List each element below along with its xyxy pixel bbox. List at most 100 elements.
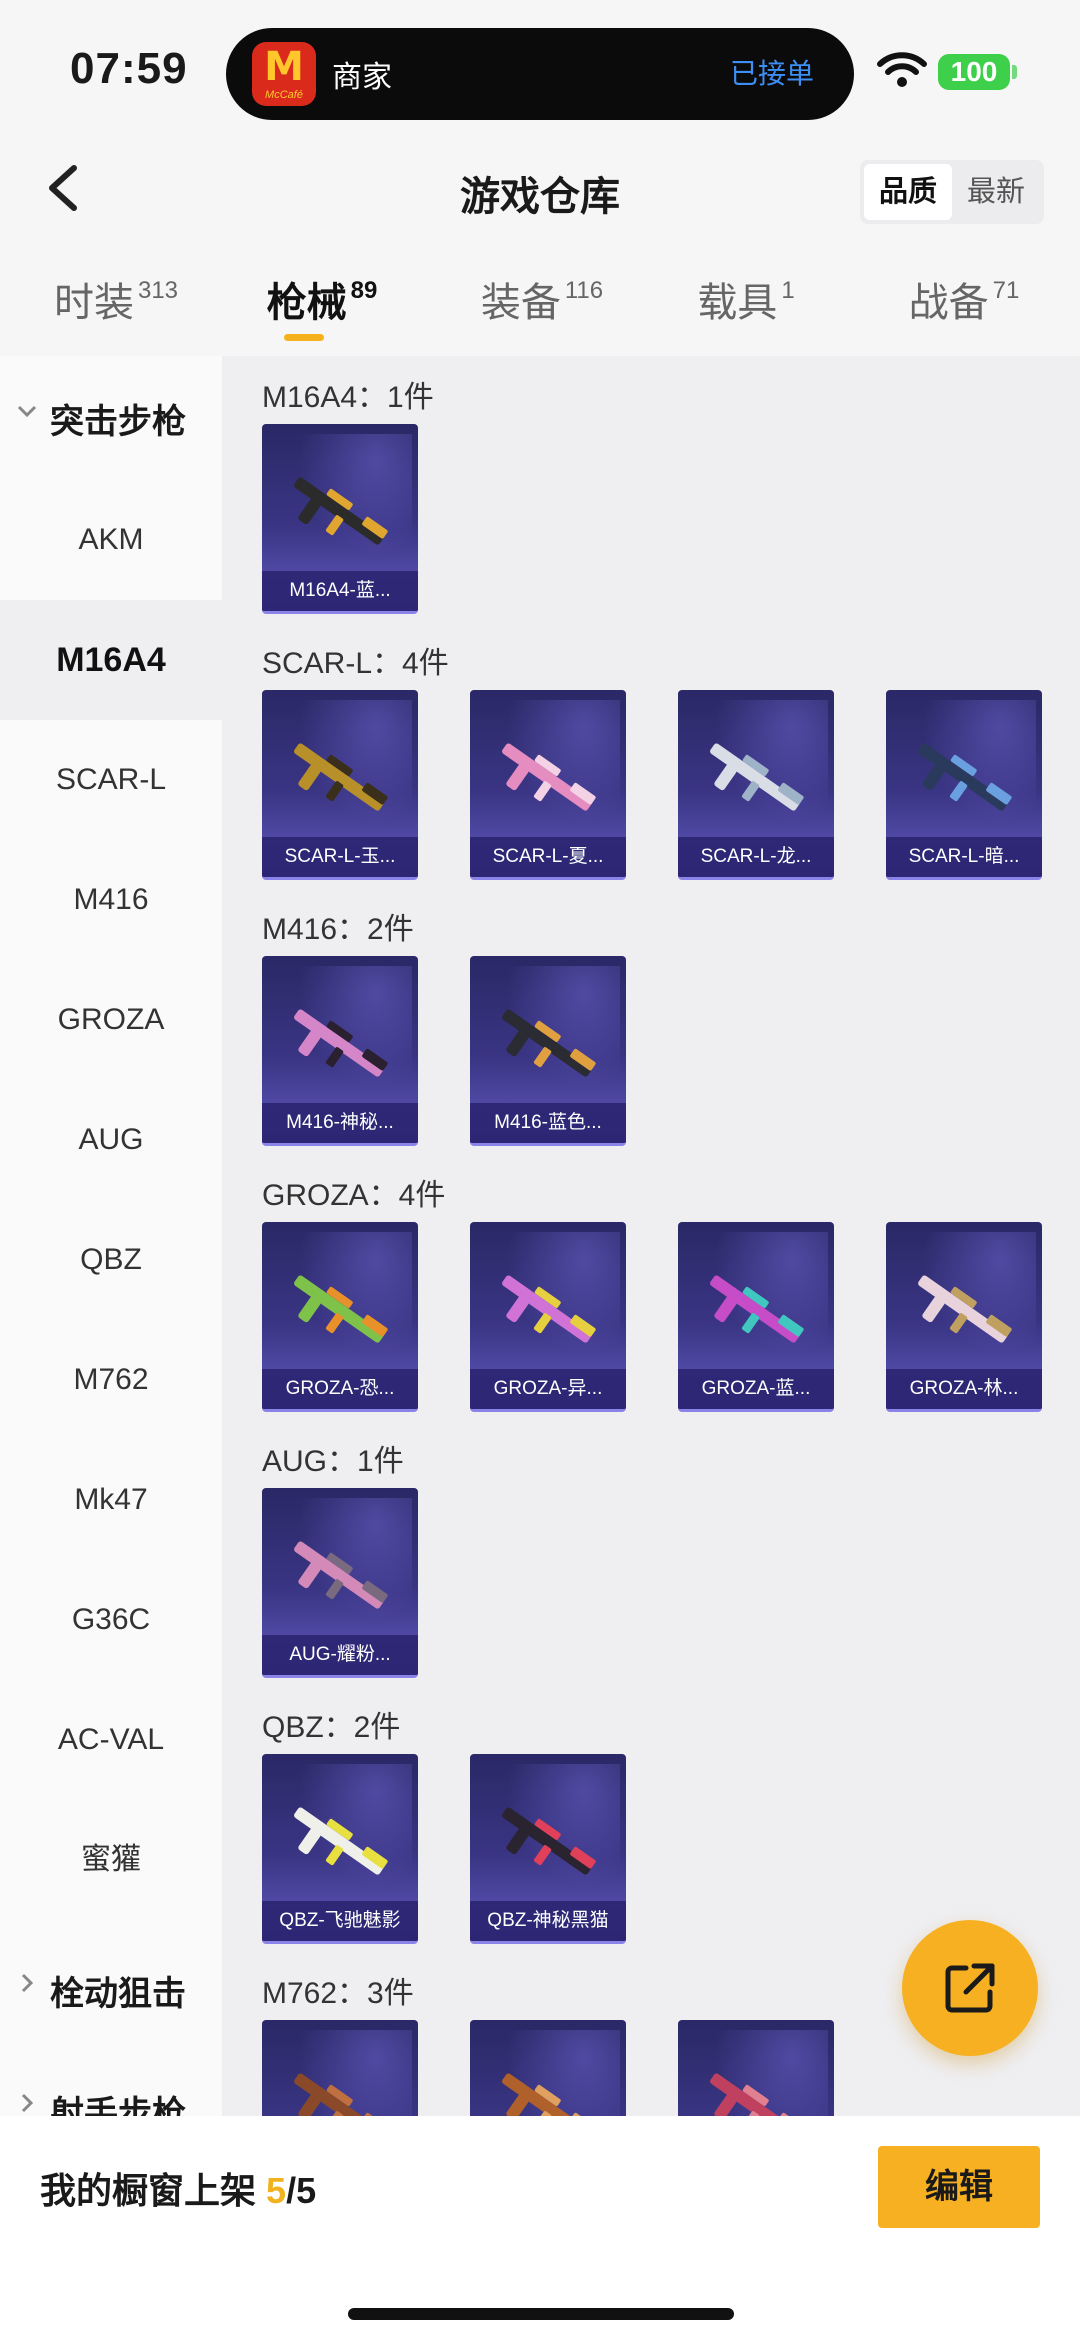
group-label: M416：2件 [262, 913, 414, 946]
rifle-icon [710, 1275, 804, 1343]
group-label: QBZ：2件 [262, 1711, 401, 1744]
rifle-icon [294, 477, 388, 545]
weapon-grid: M16A4：1件 M16A4-蓝... SCAR-L：4件 SCAR-L-玉... SC… [222, 356, 1080, 2116]
group-label: SCAR-L：4件 [262, 647, 449, 680]
skin-name: M416-神秘... [262, 1103, 418, 1143]
sort-toggle[interactable]: 品质 最新 [860, 160, 1044, 224]
external-link-icon [945, 1963, 995, 2013]
skin-name: AUG-耀粉... [262, 1635, 418, 1675]
sidebar-item-m16a4[interactable]: M16A4 [0, 600, 222, 720]
tab-fashion[interactable]: 时装 313 [8, 270, 224, 328]
showcase-status: 我的橱窗上架 5/5 [40, 2170, 317, 2211]
rifle-icon [710, 743, 804, 811]
skin-name: GROZA-林... [886, 1369, 1042, 1409]
tab-supplies[interactable]: 战备 71 [856, 270, 1072, 328]
sidebar-item-aug[interactable]: AUG [0, 1080, 222, 1200]
skin-card[interactable]: M16A4-蓝... [262, 424, 418, 614]
skin-card[interactable] [470, 2020, 626, 2116]
mcdonalds-logo-icon: M McCafé [252, 42, 316, 106]
tab-guns[interactable]: 枪械 89 [214, 270, 430, 328]
skin-card[interactable]: SCAR-L-暗... [886, 690, 1042, 880]
chevron-down-icon [17, 405, 37, 418]
rifle-icon [502, 1275, 596, 1343]
tab-equipment[interactable]: 装备 116 [434, 270, 650, 328]
sidebar-item-ac-val[interactable]: AC-VAL [0, 1680, 222, 1800]
weapon-sidebar: 突击步枪 AKM M16A4 SCAR-L M416 GROZA AUG QBZ… [0, 356, 222, 2116]
rifle-icon [502, 1807, 596, 1875]
chevron-right-icon [21, 1973, 34, 1993]
skin-name: SCAR-L-龙... [678, 837, 834, 877]
skin-card[interactable]: SCAR-L-夏... [470, 690, 626, 880]
wifi-icon [877, 52, 927, 87]
sidebar-item-groza[interactable]: GROZA [0, 960, 222, 1080]
skin-card[interactable]: GROZA-蓝... [678, 1222, 834, 1412]
rifle-icon [918, 1275, 1012, 1343]
edit-button[interactable]: 编辑 [878, 2146, 1040, 2228]
active-tab-indicator [284, 334, 324, 341]
rifle-icon [294, 1541, 388, 1609]
sidebar-item-mk47[interactable]: Mk47 [0, 1440, 222, 1560]
dynamic-island[interactable]: M McCafé 商家 已接单 [226, 28, 854, 120]
sidebar-item-honey-badger[interactable]: 蜜獾 [0, 1800, 222, 1920]
island-title: 商家 [332, 61, 392, 94]
rifle-icon [502, 743, 596, 811]
skin-card[interactable]: M416-蓝色... [470, 956, 626, 1146]
rifle-icon [918, 743, 1012, 811]
skin-card[interactable] [678, 2020, 834, 2116]
category-tabs: 时装 313 枪械 89 装备 116 载具 1 战备 71 [0, 270, 1080, 350]
rifle-icon [502, 2073, 596, 2116]
skin-card[interactable]: QBZ-飞驰魅影 [262, 1754, 418, 1944]
rifle-icon [294, 2073, 388, 2116]
skin-card[interactable]: GROZA-恐... [262, 1222, 418, 1412]
sort-option-quality[interactable]: 品质 [864, 164, 952, 220]
share-button[interactable] [902, 1920, 1038, 2056]
bottom-bar: 我的橱窗上架 5/5 编辑 [0, 2116, 1080, 2341]
group-label: AUG：1件 [262, 1445, 404, 1478]
skin-name: GROZA-恐... [262, 1369, 418, 1409]
skin-card[interactable]: SCAR-L-龙... [678, 690, 834, 880]
skin-card[interactable]: SCAR-L-玉... [262, 690, 418, 880]
skin-name: M416-蓝色... [470, 1103, 626, 1143]
skin-card[interactable]: M416-神秘... [262, 956, 418, 1146]
group-label: GROZA：4件 [262, 1179, 446, 1212]
rifle-icon [710, 2073, 804, 2116]
skin-name: GROZA-异... [470, 1369, 626, 1409]
rifle-icon [294, 1807, 388, 1875]
sidebar-item-scar-l[interactable]: SCAR-L [0, 720, 222, 840]
sidebar-item-m416[interactable]: M416 [0, 840, 222, 960]
skin-card[interactable] [262, 2020, 418, 2116]
rifle-icon [502, 1009, 596, 1077]
skin-name: M16A4-蓝... [262, 571, 418, 611]
sidebar-item-qbz[interactable]: QBZ [0, 1200, 222, 1320]
group-label: M16A4：1件 [262, 381, 434, 414]
status-time: 07:59 [70, 44, 188, 93]
status-bar: 07:59 M McCafé 商家 已接单 100 [0, 0, 1080, 140]
island-status: 已接单 [729, 58, 814, 89]
skin-name: SCAR-L-夏... [470, 837, 626, 877]
category-bolt-action[interactable]: 栓动狙击 [0, 1948, 222, 2028]
sidebar-item-akm[interactable]: AKM [0, 480, 222, 600]
skin-card[interactable]: AUG-耀粉... [262, 1488, 418, 1678]
sort-option-newest[interactable]: 最新 [952, 164, 1040, 220]
group-label: M762：3件 [262, 1977, 414, 2010]
skin-name: GROZA-蓝... [678, 1369, 834, 1409]
category-assault-rifles[interactable]: 突击步枪 [0, 376, 222, 456]
category-marksman[interactable]: 射手步枪 [0, 2068, 222, 2116]
skin-name: SCAR-L-玉... [262, 837, 418, 877]
skin-name: SCAR-L-暗... [886, 837, 1042, 877]
home-indicator[interactable] [348, 2308, 734, 2320]
rifle-icon [294, 743, 388, 811]
chevron-right-icon [21, 2093, 34, 2113]
tab-vehicles[interactable]: 载具 1 [638, 270, 854, 328]
sidebar-item-m762[interactable]: M762 [0, 1320, 222, 1440]
skin-name: QBZ-飞驰魅影 [262, 1901, 418, 1941]
battery-indicator: 100 [938, 54, 1010, 90]
rifle-icon [294, 1009, 388, 1077]
skin-card[interactable]: QBZ-神秘黑猫 [470, 1754, 626, 1944]
sidebar-item-g36c[interactable]: G36C [0, 1560, 222, 1680]
skin-card[interactable]: GROZA-异... [470, 1222, 626, 1412]
rifle-icon [294, 1275, 388, 1343]
battery-nub [1012, 65, 1017, 79]
skin-name: QBZ-神秘黑猫 [470, 1901, 626, 1941]
skin-card[interactable]: GROZA-林... [886, 1222, 1042, 1412]
